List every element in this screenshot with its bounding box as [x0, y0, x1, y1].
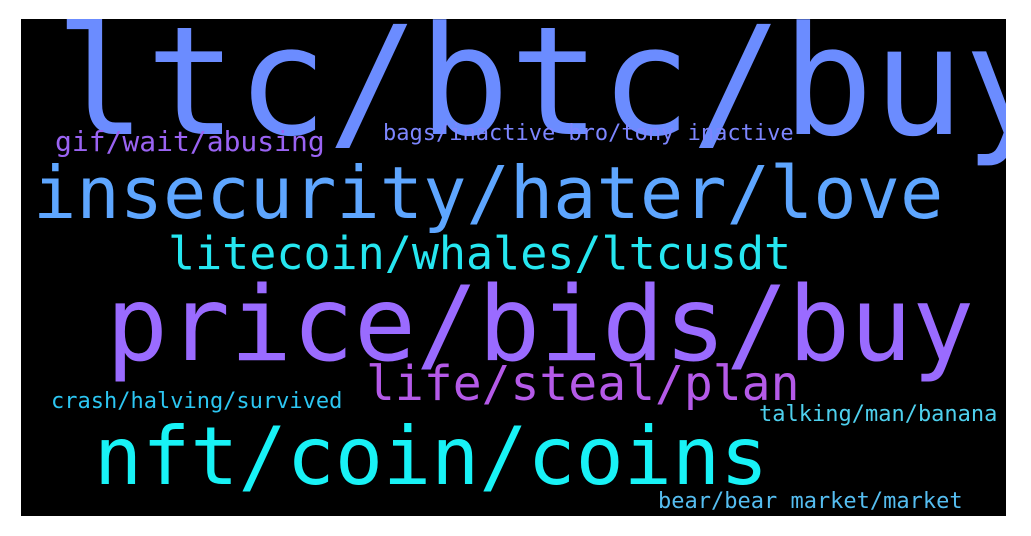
- word-cloud-canvas: ltc/btc/buy gif/wait/abusing bags/inacti…: [21, 19, 1006, 516]
- word-bags-inactive: bags/inactive bro/tony inactive: [383, 121, 794, 146]
- word-talking-man-banana: talking/man/banana: [759, 402, 998, 427]
- word-life-steal-plan: life/steal/plan: [366, 356, 800, 412]
- word-bear-market: bear/bear market/market: [658, 489, 963, 514]
- word-nft-coin-coins: nft/coin/coins: [94, 410, 769, 503]
- word-insecurity-hater-love: insecurity/hater/love: [33, 151, 944, 235]
